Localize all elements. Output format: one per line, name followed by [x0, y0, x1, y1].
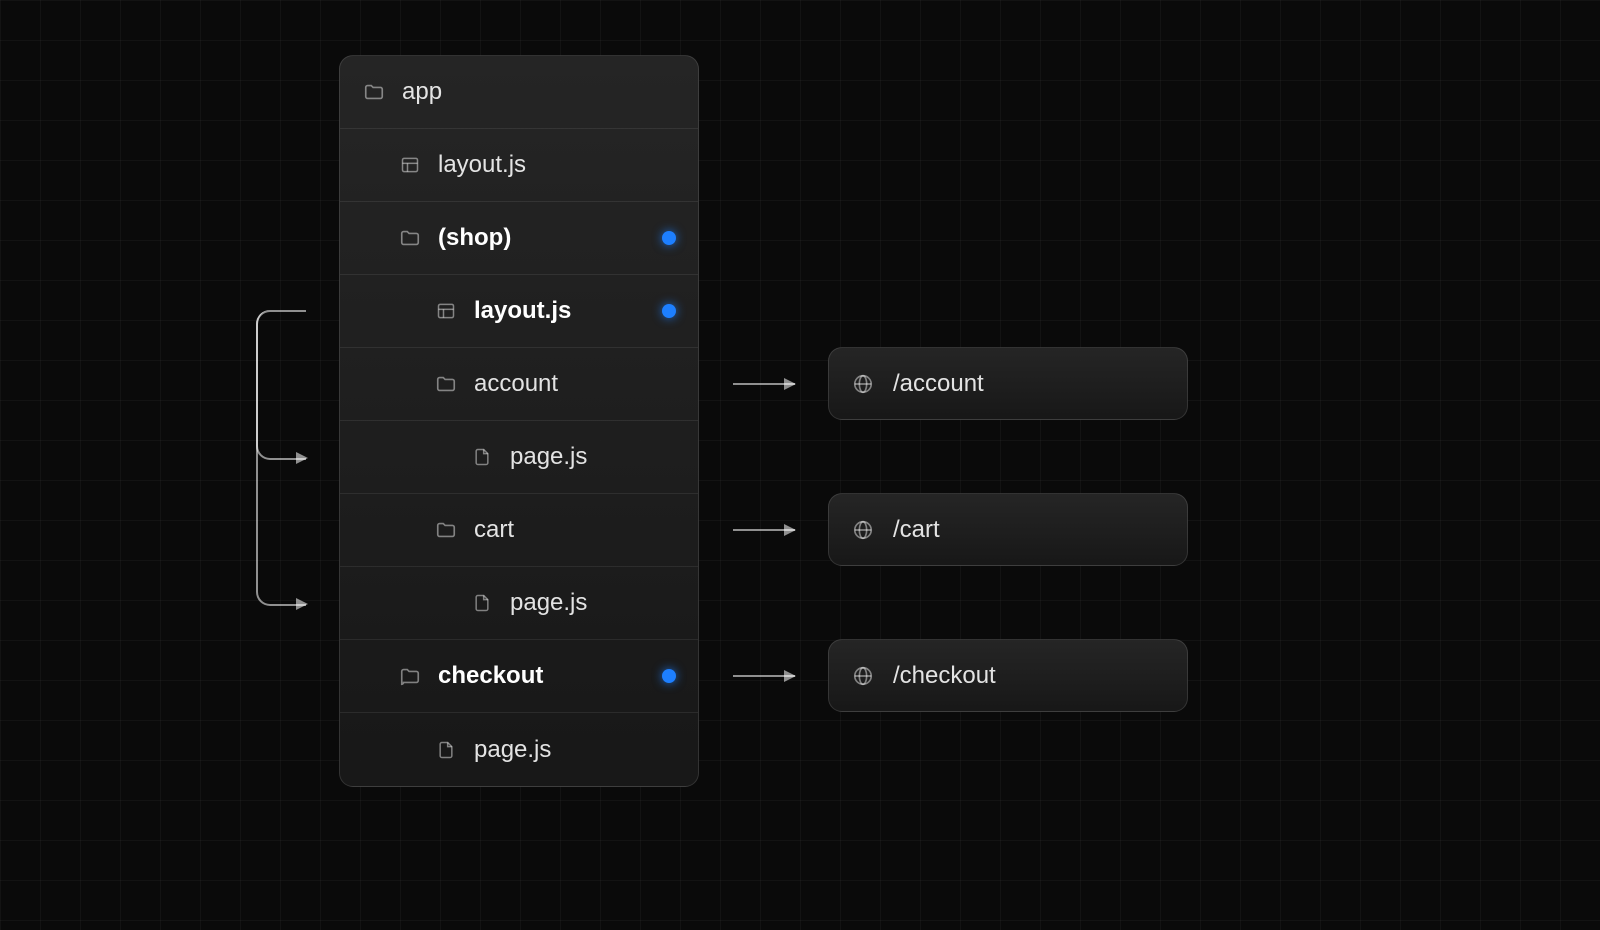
tree-row-app: app [340, 56, 698, 129]
tree-label: page.js [474, 736, 551, 764]
route-label: /checkout [893, 662, 996, 690]
route-label: /cart [893, 516, 940, 544]
route-checkout: /checkout [828, 639, 1188, 712]
tree-label: layout.js [474, 297, 571, 325]
arrow-to-cart [733, 529, 795, 531]
globe-icon [851, 664, 875, 688]
folder-icon [434, 518, 458, 542]
globe-icon [851, 518, 875, 542]
folder-icon [398, 226, 422, 250]
bracket-arrowhead-2 [296, 598, 308, 610]
highlight-dot [662, 231, 676, 245]
tree-row-page-1: page.js [340, 421, 698, 494]
tree-row-page-3: page.js [340, 713, 698, 786]
highlight-dot [662, 304, 676, 318]
tree-row-checkout: checkout [340, 640, 698, 713]
diagram-canvas: app layout.js (shop) layout.js [0, 0, 1600, 930]
tree-label: page.js [510, 443, 587, 471]
layout-icon [398, 153, 422, 177]
file-icon [470, 445, 494, 469]
tree-row-shop: (shop) [340, 202, 698, 275]
tree-label: cart [474, 516, 514, 544]
tree-label: account [474, 370, 558, 398]
tree-row-cart: cart [340, 494, 698, 567]
tree-label: app [402, 78, 442, 106]
tree-label: page.js [510, 589, 587, 617]
route-account: /account [828, 347, 1188, 420]
tree-row-layout: layout.js [340, 129, 698, 202]
folder-icon [398, 664, 422, 688]
folder-icon [362, 80, 386, 104]
route-cart: /cart [828, 493, 1188, 566]
arrow-to-checkout [733, 675, 795, 677]
tree-row-page-2: page.js [340, 567, 698, 640]
file-icon [470, 591, 494, 615]
tree-row-account: account [340, 348, 698, 421]
tree-label: (shop) [438, 224, 511, 252]
route-label: /account [893, 370, 984, 398]
arrow-to-account [733, 383, 795, 385]
globe-icon [851, 372, 875, 396]
tree-label: checkout [438, 662, 543, 690]
highlight-dot [662, 669, 676, 683]
file-tree-panel: app layout.js (shop) layout.js [339, 55, 699, 787]
folder-icon [434, 372, 458, 396]
layout-icon [434, 299, 458, 323]
tree-row-layout-2: layout.js [340, 275, 698, 348]
file-icon [434, 738, 458, 762]
tree-label: layout.js [438, 151, 526, 179]
bracket-connector-bottom [256, 310, 306, 606]
